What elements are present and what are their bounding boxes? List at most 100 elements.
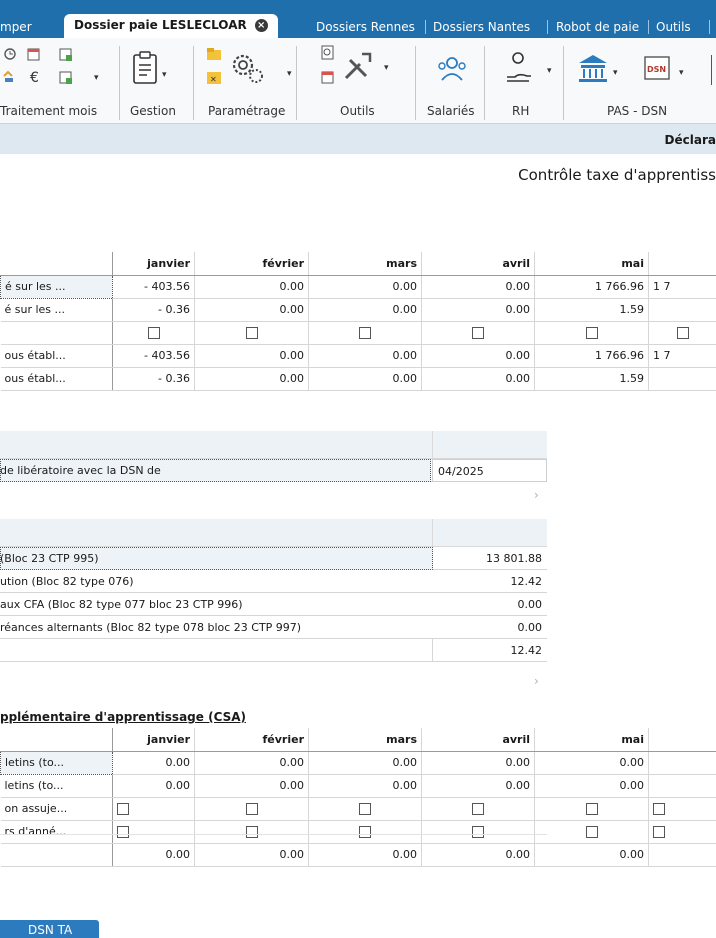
blocs-value[interactable]: 12.42 xyxy=(511,575,543,588)
checkbox[interactable] xyxy=(245,826,258,838)
checkbox[interactable] xyxy=(359,327,371,339)
parametrage-icon[interactable]: ✕ ▾ xyxy=(205,46,295,94)
total-value[interactable]: 0.00 xyxy=(112,843,195,867)
cell-value-cut[interactable] xyxy=(648,298,716,322)
cell-checkbox[interactable] xyxy=(534,820,649,844)
cell-value[interactable]: 0.00 xyxy=(421,367,535,391)
cell-checkbox[interactable] xyxy=(112,820,195,844)
cell-value[interactable]: 0.00 xyxy=(308,751,422,775)
row-label[interactable]: letins (to... xyxy=(0,750,113,775)
cell-value[interactable]: 1 766.96 xyxy=(534,344,649,368)
cell-value[interactable]: 0.00 xyxy=(421,298,535,322)
cell-value[interactable]: 0.00 xyxy=(534,751,649,775)
cell-value[interactable]: 0.00 xyxy=(194,751,309,775)
chevron-right-icon[interactable]: › xyxy=(534,488,539,502)
close-icon[interactable]: × xyxy=(254,19,268,32)
cell-checkbox[interactable] xyxy=(421,321,535,345)
tab-dossiers-nantes[interactable]: Dossiers Nantes xyxy=(433,16,530,38)
blocs-total-value[interactable]: 12.42 xyxy=(511,644,543,657)
checkbox[interactable] xyxy=(359,826,371,838)
cell-value[interactable]: 0.00 xyxy=(194,298,309,322)
tab-outils[interactable]: Outils xyxy=(656,16,691,38)
cell-value[interactable]: 0.00 xyxy=(112,774,195,798)
cell-value[interactable]: 0.00 xyxy=(194,275,309,299)
cell-checkbox[interactable] xyxy=(194,321,309,345)
cell-value[interactable]: - 0.36 xyxy=(112,298,195,322)
pas-dsn-icons[interactable]: ▾ DSN ▾ xyxy=(575,51,715,87)
total-value[interactable]: 0.00 xyxy=(308,843,422,867)
cell-checkbox[interactable] xyxy=(194,820,309,844)
checkbox[interactable] xyxy=(472,803,484,815)
checkbox[interactable] xyxy=(245,327,258,339)
checkbox[interactable] xyxy=(359,803,371,815)
cell-checkbox[interactable] xyxy=(308,321,422,345)
tab-dossiers-rennes[interactable]: Dossiers Rennes xyxy=(316,16,415,38)
cell-checkbox[interactable] xyxy=(648,820,716,844)
row-label[interactable]: é sur les ... xyxy=(0,298,113,322)
outils-icon[interactable]: ▾ xyxy=(320,44,410,94)
checkbox[interactable] xyxy=(585,803,598,815)
cell-checkbox[interactable] xyxy=(308,797,422,821)
tab-robot-de-paie[interactable]: Robot de paie xyxy=(556,16,639,38)
cell-value-cut[interactable] xyxy=(648,751,716,775)
rh-icon[interactable]: ▾ xyxy=(505,51,555,85)
cell-value-cut[interactable]: 1 7 xyxy=(648,275,716,299)
gestion-icon[interactable]: ▾ xyxy=(131,51,171,91)
cell-checkbox[interactable] xyxy=(308,820,422,844)
checkbox[interactable] xyxy=(653,803,665,815)
total-value[interactable]: 0.00 xyxy=(194,843,309,867)
cell-value[interactable]: 0.00 xyxy=(421,751,535,775)
row-label[interactable]: ous établ... xyxy=(0,344,113,368)
checkbox[interactable] xyxy=(653,826,665,838)
dsn-ta-tab[interactable]: DSN TA xyxy=(0,920,99,938)
cell-value-cut[interactable] xyxy=(648,774,716,798)
cell-checkbox[interactable] xyxy=(534,797,649,821)
cell-checkbox[interactable] xyxy=(421,820,535,844)
tab-mper[interactable]: mper xyxy=(0,16,32,38)
cell-value[interactable]: 0.00 xyxy=(308,774,422,798)
cell-value[interactable]: - 0.36 xyxy=(112,367,195,391)
cell-value[interactable]: 0.00 xyxy=(308,367,422,391)
blocs-value[interactable]: 13 801.88 xyxy=(486,552,542,565)
row-label[interactable]: rs d'anné... xyxy=(0,820,113,844)
salaries-icon[interactable] xyxy=(437,54,467,84)
cell-checkbox[interactable] xyxy=(112,321,195,345)
tab-dossier-paie[interactable]: Dossier paie LESLECLOAR × xyxy=(64,14,278,38)
checkbox[interactable] xyxy=(472,327,484,339)
cell-value[interactable]: 1.59 xyxy=(534,298,649,322)
blocs-value[interactable]: 0.00 xyxy=(518,621,543,634)
row-label[interactable]: on assuje... xyxy=(0,797,113,821)
cell-value-cut[interactable] xyxy=(648,367,716,391)
cell-checkbox[interactable] xyxy=(648,321,716,345)
blocs-value[interactable]: 0.00 xyxy=(518,598,543,611)
cell-checkbox[interactable] xyxy=(534,321,649,345)
cell-value[interactable]: 0.00 xyxy=(421,344,535,368)
cell-value[interactable]: 0.00 xyxy=(308,344,422,368)
checkbox[interactable] xyxy=(585,826,598,838)
checkbox[interactable] xyxy=(676,327,689,339)
liberatoire-period-field[interactable]: 04/2025 xyxy=(432,459,547,482)
cell-value[interactable]: 0.00 xyxy=(534,774,649,798)
row-label[interactable]: letins (to... xyxy=(0,774,113,798)
cell-checkbox[interactable] xyxy=(194,797,309,821)
checkbox[interactable] xyxy=(117,803,129,815)
cell-value[interactable]: 0.00 xyxy=(308,275,422,299)
chevron-right-icon[interactable]: › xyxy=(534,674,539,688)
cell-value[interactable]: 0.00 xyxy=(421,275,535,299)
traitement-mois-icons[interactable]: € ▾ xyxy=(2,46,102,94)
checkbox[interactable] xyxy=(472,826,484,838)
total-value[interactable]: 0.00 xyxy=(534,843,649,867)
cell-checkbox[interactable] xyxy=(648,797,716,821)
row-label[interactable]: ous établ... xyxy=(0,367,113,391)
checkbox[interactable] xyxy=(117,826,129,838)
cell-value[interactable]: 0.00 xyxy=(194,344,309,368)
cell-value[interactable]: 1.59 xyxy=(534,367,649,391)
cell-value[interactable]: - 403.56 xyxy=(112,275,195,299)
cell-value[interactable]: 0.00 xyxy=(308,298,422,322)
checkbox[interactable] xyxy=(585,327,598,339)
total-value-cut[interactable] xyxy=(648,843,716,867)
total-value[interactable]: 0.00 xyxy=(421,843,535,867)
cell-value[interactable]: 1 766.96 xyxy=(534,275,649,299)
checkbox[interactable] xyxy=(147,327,160,339)
row-label[interactable]: é sur les ... xyxy=(0,274,113,299)
